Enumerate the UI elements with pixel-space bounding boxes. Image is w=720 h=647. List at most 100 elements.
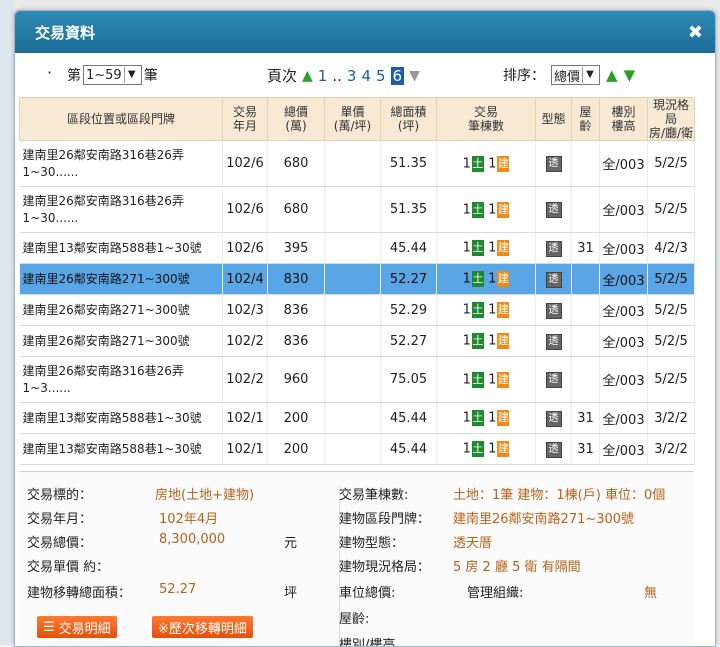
- land-tag-icon: 土: [471, 155, 484, 172]
- building-type-icon: 透: [545, 333, 562, 350]
- column-header[interactable]: 交易 筆棟數: [436, 97, 536, 141]
- age-cell: 31: [571, 433, 600, 465]
- building-tag-icon: 建: [497, 441, 510, 457]
- land-tag-icon: 土: [471, 371, 484, 388]
- location-cell: 建南里26鄰安南路271~300號: [19, 263, 223, 295]
- page-link-3[interactable]: 3: [347, 67, 357, 85]
- column-header[interactable]: 交易 年月: [222, 97, 268, 141]
- transfer-history-label: ※歷次移轉明細: [158, 621, 247, 637]
- column-header[interactable]: 單價 (萬/坪): [324, 97, 381, 141]
- sort-select[interactable]: 總價 ▼: [551, 65, 601, 85]
- age-cell: [571, 294, 600, 326]
- building-count: 1: [488, 240, 497, 256]
- building-type-icon: 透: [545, 240, 562, 257]
- area-cell: 45.44: [380, 402, 437, 434]
- table-row[interactable]: 建南里13鄰安南路588巷1~30號 102/6 395 45.44 1 土 1 建透 31 全…: [19, 232, 695, 264]
- location-cell: 建南里26鄰安南路271~300號: [19, 294, 223, 326]
- table-row[interactable]: 建南里13鄰安南路588巷1~30號 102/1 200 45.44 1 土 1 建透 31 全…: [19, 433, 695, 465]
- building-tag-icon: 建: [497, 155, 510, 172]
- age-label: 屋齡:: [339, 612, 370, 627]
- floor-cell: 全/003: [599, 232, 648, 264]
- layout-cell: 3/2/2: [647, 433, 695, 465]
- range-select[interactable]: 1~59 ▼: [83, 65, 142, 85]
- sort-asc-icon[interactable]: ▲: [606, 66, 618, 84]
- column-header[interactable]: 屋 齡: [571, 97, 600, 141]
- total-price-cell: 960: [267, 356, 325, 403]
- date-cell: 102/2: [222, 325, 268, 357]
- building-count: 1: [488, 372, 497, 387]
- total-price-cell: 836: [267, 325, 325, 357]
- location-cell: 建南里13鄰安南路588巷1~30號: [19, 433, 223, 465]
- page-prev-icon[interactable]: ▲: [302, 68, 313, 84]
- range-suffix: 筆: [143, 68, 158, 84]
- building-count: 1: [488, 410, 497, 426]
- ym-label: 交易年月：: [27, 512, 93, 527]
- floor-cell: 全/003: [599, 325, 648, 357]
- building-count: 1: [488, 202, 497, 217]
- sort-label: 排序：: [503, 68, 545, 84]
- total-price-cell: 200: [267, 402, 325, 434]
- column-header[interactable]: 現況格局 房/廳/衛: [647, 97, 695, 141]
- age-cell: 31: [571, 232, 600, 264]
- floor-cell: 全/003: [599, 140, 648, 187]
- location-cell: 建南里13鄰安南路588巷1~30號: [19, 232, 223, 264]
- building-type-value: 透天厝: [453, 536, 493, 551]
- sort-desc-icon[interactable]: ▼: [624, 66, 636, 84]
- close-icon[interactable]: ✖: [688, 22, 703, 43]
- total-price-cell: 680: [267, 140, 325, 187]
- area-cell: 75.05: [380, 356, 437, 403]
- table-row[interactable]: 建南里13鄰安南路588巷1~30號 102/1 200 45.44 1 土 1 建透 31 全…: [19, 402, 695, 434]
- location-cell: 建南里26鄰安南路316巷26弄1~30......: [19, 186, 223, 233]
- unit-price-cell: [324, 433, 381, 465]
- table-row[interactable]: 建南里26鄰安南路316巷26弄1~3...... 102/2 960 75.05 1 土…: [19, 356, 695, 403]
- dialog-titlebar[interactable]: 交易資料 ✖: [15, 11, 715, 53]
- page-link-current[interactable]: 6: [390, 66, 405, 85]
- area-value: 52.27: [159, 582, 197, 597]
- type-cell: 透: [535, 325, 572, 357]
- count-cell: 1土 1建: [436, 263, 536, 295]
- type-cell: 透: [535, 263, 572, 295]
- count-value: 土地：1筆 建物：1棟(戶) 車位：0個: [453, 488, 666, 503]
- page-link-5[interactable]: 5: [376, 67, 386, 85]
- total-value: 8,300,000: [159, 532, 226, 547]
- type-cell: 透: [535, 402, 572, 434]
- transaction-dialog: 交易資料 ✖ · 第 1~59 ▼ 筆 頁次 ▲ 1 .. 3 4 5 6 ▼ 排…: [14, 10, 716, 647]
- location-cell: 建南里26鄰安南路316巷26弄1~30......: [19, 140, 223, 187]
- age-cell: [571, 356, 600, 403]
- building-tag-icon: 建: [497, 271, 510, 287]
- count-cell: 1土 1建: [436, 186, 536, 233]
- column-header[interactable]: 總價 (萬): [267, 97, 325, 141]
- land-tag-icon: 土: [471, 302, 484, 318]
- table-row[interactable]: 建南里26鄰安南路271~300號 102/4 830 52.27 1 土 1 建透全/00…: [19, 263, 695, 295]
- land-count: 1: [462, 156, 471, 171]
- page-link-1[interactable]: 1: [318, 67, 328, 85]
- age-cell: [571, 140, 600, 187]
- column-header[interactable]: 型態: [535, 97, 572, 141]
- sort-control: 排序： 總價 ▼ ▲ ▼: [503, 65, 635, 85]
- table-row[interactable]: 建南里26鄰安南路316巷26弄1~30...... 102/6 680 51.35 1…: [19, 186, 695, 233]
- page-left-edge: [0, 0, 14, 645]
- column-header[interactable]: 總面積 (坪): [380, 97, 437, 141]
- sort-select-value: 總價: [554, 69, 581, 85]
- column-header[interactable]: 區段位置或區段門牌: [19, 97, 223, 141]
- land-count: 1: [462, 202, 471, 217]
- total-label: 交易總價：: [27, 536, 93, 551]
- page-link-4[interactable]: 4: [361, 67, 371, 85]
- target-label: 交易標的：: [27, 488, 93, 503]
- land-count: 1: [462, 271, 471, 287]
- date-cell: 102/2: [222, 356, 268, 403]
- table-row[interactable]: 建南里26鄰安南路316巷26弄1~30...... 102/6 680 51.35 1…: [19, 140, 695, 187]
- unit-price-cell: [324, 263, 381, 295]
- building-tag-icon: 建: [497, 410, 510, 426]
- transaction-detail-button[interactable]: ☰ 交易明細: [37, 616, 117, 638]
- date-cell: 102/1: [222, 433, 268, 465]
- transfer-history-button[interactable]: ※歷次移轉明細: [152, 616, 253, 638]
- floor-cell: 全/003: [599, 294, 648, 326]
- building-type-icon: 透: [545, 156, 562, 172]
- page-next-icon[interactable]: ▼: [409, 68, 420, 84]
- chevron-down-icon: ▼: [582, 67, 597, 83]
- column-header[interactable]: 樓別 樓高: [599, 97, 648, 141]
- floor-cell: 全/003: [599, 402, 648, 434]
- table-row[interactable]: 建南里26鄰安南路271~300號 102/2 836 52.27 1 土 1 建透全/00…: [19, 325, 695, 357]
- table-row[interactable]: 建南里26鄰安南路271~300號 102/3 836 52.29 1 土 1 建透全/00…: [19, 294, 695, 326]
